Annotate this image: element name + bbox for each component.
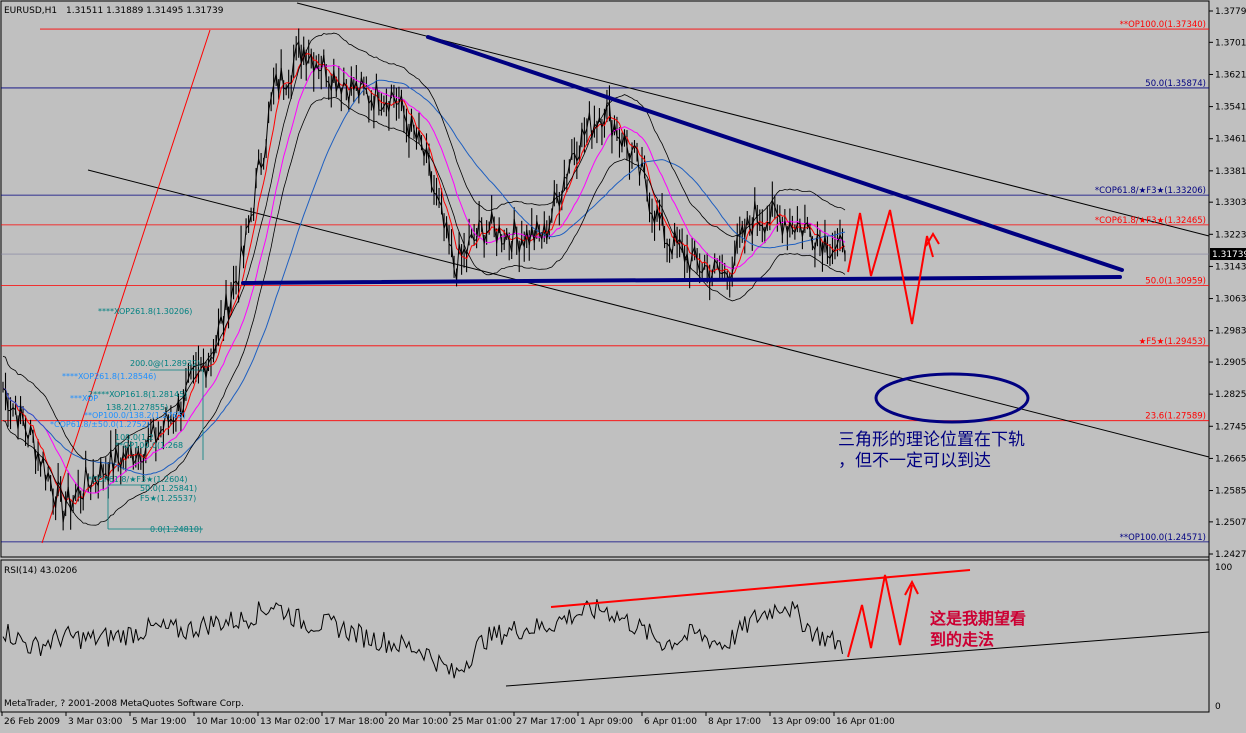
level-label: 50.0(1.30959): [1145, 276, 1206, 286]
time-tick-label: 27 Mar 17:00: [516, 717, 576, 727]
rsi-panel-frame: [0, 559, 1210, 713]
price-tick-label: 1.30630: [1215, 295, 1246, 305]
fib-label: ****XOP261.8(1.28546): [62, 372, 156, 381]
time-tick-label: 13 Mar 02:00: [260, 717, 320, 727]
level-label: 23.6(1.27589): [1145, 412, 1206, 422]
price-tick-label: 1.37790: [1215, 7, 1246, 17]
rsi-note-line1: 这是我期望看: [930, 609, 1026, 628]
fib-label: **OP100.0/138.2(1.2765): [84, 411, 186, 420]
time-tick-label: 25 Mar 01:00: [452, 717, 512, 727]
price-tick-label: 1.37010: [1215, 38, 1246, 48]
price-tick-label: 1.24270: [1215, 550, 1246, 560]
level-label: *COP61.8/★F3★(1.33206): [1095, 186, 1206, 196]
price-tick-label: 1.31430: [1215, 262, 1246, 272]
ohlc-label: 1.31511 1.31889 1.31495 1.31739: [66, 6, 224, 16]
price-tick-label: 1.33030: [1215, 198, 1246, 208]
triangle-note-line1: 三角形的理论位置在下轨: [838, 430, 1025, 450]
price-tick-label: 1.36210: [1215, 70, 1246, 80]
time-tick-label: 10 Mar 10:00: [196, 717, 256, 727]
time-tick-label: 13 Apr 09:00: [772, 717, 831, 727]
price-tick-label: 1.34610: [1215, 135, 1246, 145]
price-tick-label: 1.26650: [1215, 454, 1246, 464]
rsi-note-line2: 到的走法: [930, 630, 994, 649]
price-tick-label: 1.29830: [1215, 327, 1246, 337]
time-tick-label: 8 Apr 17:00: [708, 717, 761, 727]
triangle-note-line2: ，但不一定可以到达: [838, 451, 991, 471]
symbol-label: EURUSD,H1: [4, 6, 57, 16]
fib-label: F5★(1.25537): [140, 494, 196, 503]
level-label: *COP61.8/★F3★(1.32465): [1095, 216, 1206, 226]
fib-label: *COP61.8/±50.0(1.2752): [50, 420, 150, 429]
price-tick-label: 1.33810: [1215, 167, 1246, 177]
level-label: **OP100.0(1.24571): [1120, 533, 1206, 543]
price-tick-label: 1.27450: [1215, 422, 1246, 432]
time-tick-label: 6 Apr 01:00: [644, 717, 697, 727]
price-tick-label: 1.29050: [1215, 358, 1246, 368]
time-tick-label: 16 Apr 01:00: [836, 717, 895, 727]
footer-copyright: MetaTrader, ? 2001-2008 MetaQuotes Softw…: [4, 699, 244, 709]
price-tick-label: 1.25850: [1215, 487, 1246, 497]
current-price-label: 1.31739: [1212, 250, 1246, 260]
time-tick-label: 20 Mar 10:00: [388, 717, 448, 727]
price-tick-label: 1.35410: [1215, 103, 1246, 113]
fib-label: *COP61.8/★F3★(1.2604): [88, 475, 187, 484]
time-tick-label: 26 Feb 2009: [4, 717, 60, 727]
fib-label: 0.0(1.24810): [150, 525, 202, 534]
fib-label: 200.0@(1.28932): [130, 359, 200, 368]
rsi-tick-label: 100: [1215, 563, 1232, 573]
fib-label: ****XOP261.8(1.30206): [98, 307, 192, 316]
time-tick-label: 17 Mar 18:00: [324, 717, 384, 727]
price-tick-label: 1.32230: [1215, 230, 1246, 240]
level-label: 50.0(1.35874): [1145, 79, 1206, 89]
time-tick-label: 3 Mar 03:00: [68, 717, 123, 727]
fib-label: ***XOP: [70, 394, 98, 403]
time-tick-label: 1 Apr 09:00: [580, 717, 633, 727]
price-tick-label: 1.25070: [1215, 518, 1246, 528]
level-label: ★F5★(1.29453): [1139, 337, 1206, 347]
rsi-header: RSI(14) 43.0206: [4, 566, 77, 576]
rsi-tick-label: 0: [1215, 702, 1221, 712]
fib-label: 2****XOP161.8(1.28145): [88, 390, 187, 399]
chart-svg: 1.37790 1.37010 1.36210 1.35410 1.34610 1.338…: [0, 0, 1246, 727]
chart-root: 1.37790 1.37010 1.36210 1.35410 1.34610 1.338…: [0, 0, 1246, 729]
fib-label: **OP100.0(1.268: [115, 441, 183, 450]
level-label: **OP100.0(1.37340): [1120, 20, 1206, 30]
time-tick-label: 5 Mar 19:00: [132, 717, 187, 727]
price-tick-label: 1.28250: [1215, 390, 1246, 400]
